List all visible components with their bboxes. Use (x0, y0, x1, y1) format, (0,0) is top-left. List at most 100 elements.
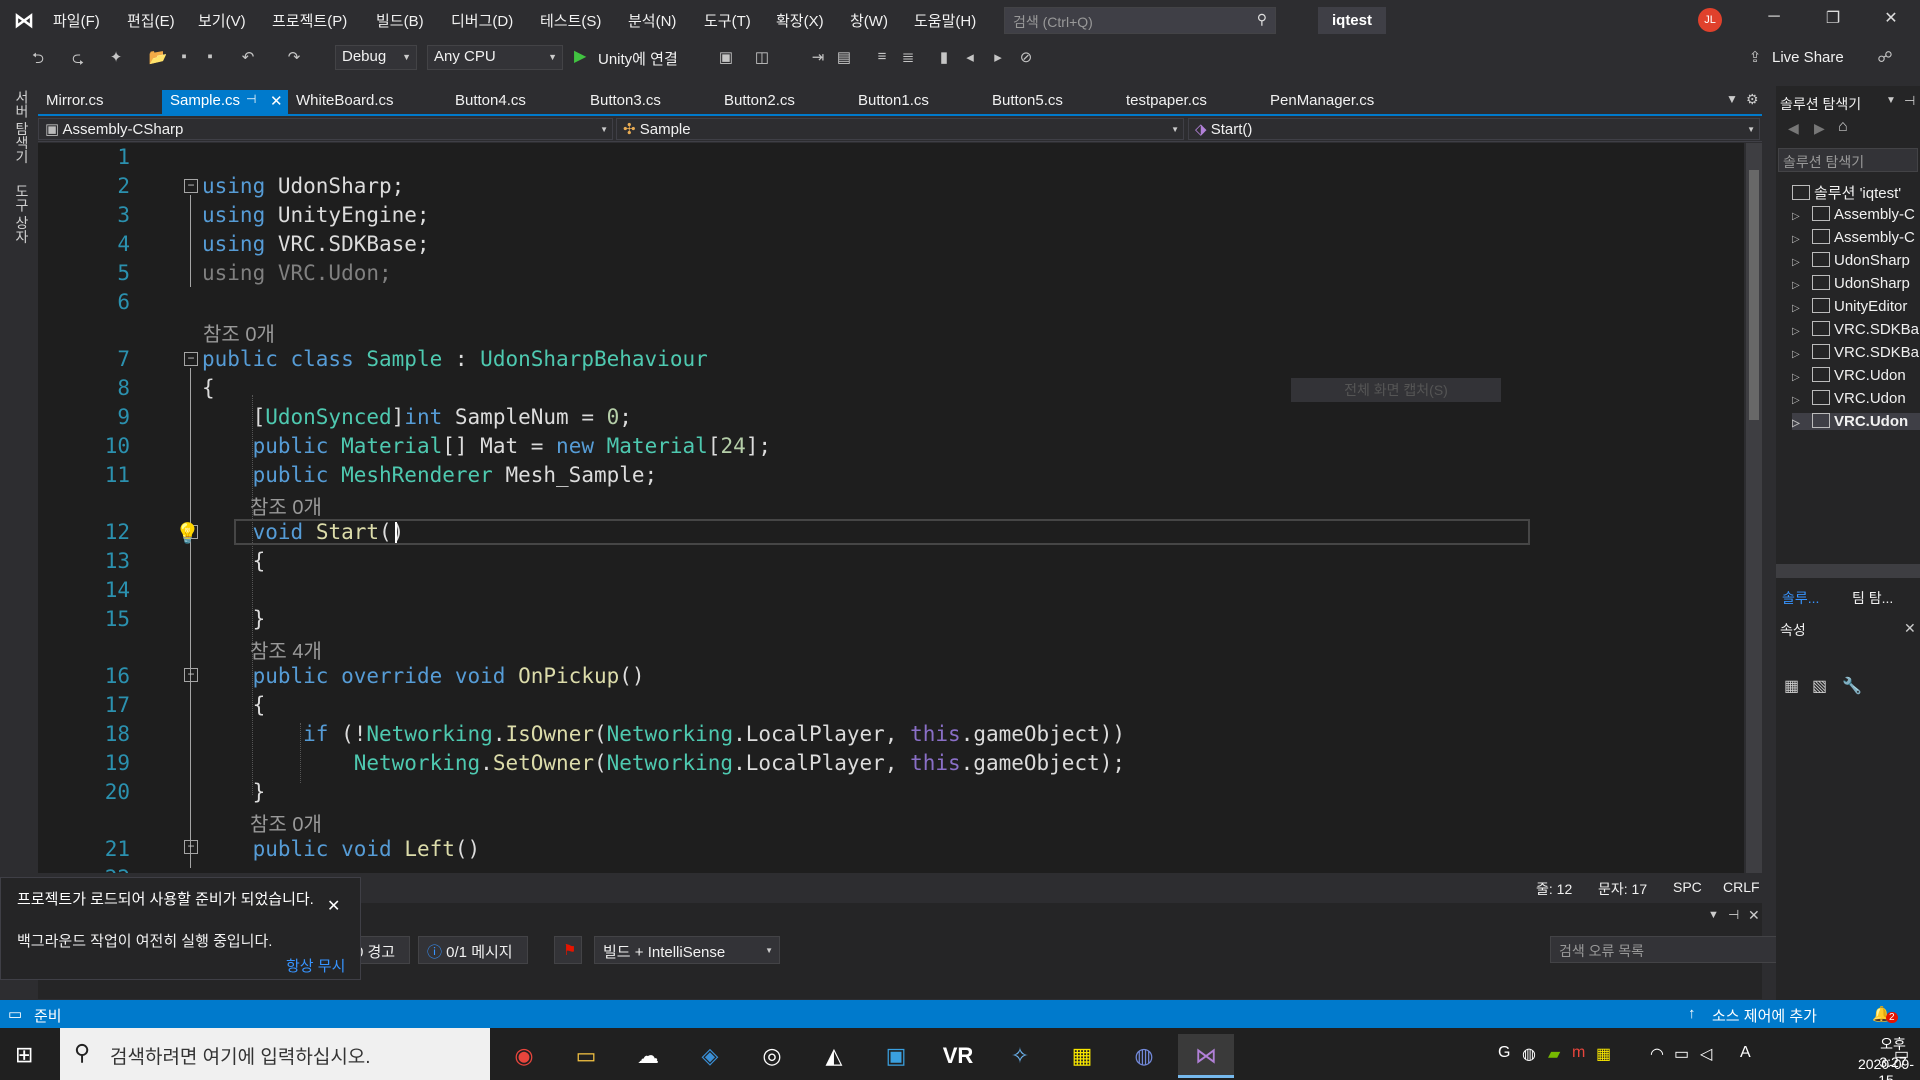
tree-hscrollbar[interactable] (1776, 564, 1920, 578)
save-icon[interactable]: ▪ (174, 48, 194, 68)
browser-icon[interactable]: ▣ (716, 48, 736, 68)
launcher-icon[interactable]: ◈ (682, 1034, 738, 1078)
member-dropdown[interactable]: ⬗ Start() ▼ (1188, 118, 1760, 140)
tab-testpaper[interactable]: testpaper.cs (1118, 90, 1215, 114)
forward-icon[interactable]: ⮎ (68, 48, 88, 68)
app-icon[interactable]: ✧ (992, 1034, 1048, 1078)
error-search-input[interactable]: 검색 오류 목록 ⚲ (1550, 936, 1796, 963)
code-editor[interactable]: 12345678910111213141516171819202122 − − … (38, 143, 1744, 873)
quick-launch-search[interactable]: 검색 (Ctrl+Q) ⚲ (1004, 7, 1276, 34)
add-source-control-button[interactable]: 소스 제어에 추가 (1712, 1005, 1817, 1026)
menu-window[interactable]: 창(W) (850, 10, 888, 31)
tray-discord-icon[interactable]: ◍ (1522, 1044, 1536, 1064)
close-icon[interactable]: ✕ (270, 92, 283, 110)
close-icon[interactable]: ✕ (1748, 907, 1760, 924)
tree-item-project[interactable]: ▷ Assembly-C (1792, 229, 1920, 246)
tab-button2[interactable]: Button2.cs (716, 90, 803, 114)
tab-button5[interactable]: Button5.cs (984, 90, 1071, 114)
alphabetical-icon[interactable]: ▧ (1812, 676, 1827, 696)
server-explorer-tab[interactable]: 서버 탐색기 (12, 90, 32, 164)
gear-icon[interactable]: ⚙ (1746, 91, 1759, 108)
wrench-icon[interactable]: 🔧 (1842, 676, 1862, 696)
tree-item-project[interactable]: ▷ UnityEditor (1792, 298, 1920, 315)
tree-item-project[interactable]: ▷ UdonSharp (1792, 252, 1920, 269)
codelens-ref[interactable]: 참조 4개 (250, 635, 322, 664)
toolbox-tab[interactable]: 도구 상자 (12, 184, 32, 244)
ime-indicator[interactable]: A (1740, 1044, 1751, 1062)
undo-icon[interactable]: ↶ (238, 48, 258, 68)
expand-icon[interactable]: ▷ (1792, 326, 1812, 337)
codelens-ref[interactable]: 참조 0개 (250, 808, 322, 837)
tree-item-project[interactable]: ▷ VRC.Udon (1792, 367, 1920, 384)
indent-icon[interactable]: ≡ (872, 48, 892, 68)
menu-extensions[interactable]: 확장(X) (776, 10, 824, 31)
tab-button1[interactable]: Button1.cs (850, 90, 937, 114)
expand-icon[interactable]: ▷ (1792, 303, 1812, 314)
tree-item-project[interactable]: ▷ Assembly-C (1792, 206, 1920, 223)
close-icon[interactable]: ✕ (327, 896, 340, 916)
project-dropdown[interactable]: ▣ Assembly-CSharp ▼ (38, 118, 613, 140)
menu-tools[interactable]: 도구(T) (704, 10, 751, 31)
tab-team-explorer[interactable]: 팀 탐... (1852, 588, 1893, 608)
back-icon[interactable]: ⮌ (28, 48, 48, 68)
menu-test[interactable]: 테스트(S) (540, 10, 601, 31)
discord-icon[interactable]: ◍ (1116, 1034, 1172, 1078)
wifi-icon[interactable]: ◠ (1650, 1044, 1664, 1064)
categorized-icon[interactable]: ▦ (1784, 676, 1799, 696)
tray-app-icon[interactable]: G (1498, 1044, 1510, 1062)
unity-icon[interactable]: ◭ (806, 1034, 862, 1078)
pin-icon[interactable]: ⊣ (246, 92, 256, 106)
visual-studio-icon[interactable]: ⋈ (1178, 1034, 1234, 1078)
always-ignore-link[interactable]: 항상 무시 (286, 955, 345, 976)
filter-icon[interactable]: ⚑ (554, 936, 582, 964)
expand-icon[interactable]: ▷ (1792, 257, 1812, 268)
tab-penmanager[interactable]: PenManager.cs (1262, 90, 1382, 114)
expand-icon[interactable]: ▷ (1792, 349, 1812, 360)
config-select[interactable]: Debug ▼ (335, 45, 417, 70)
build-scope-select[interactable]: 빌드 + IntelliSense ▼ (594, 936, 780, 964)
screenshot-icon[interactable]: ◫ (752, 48, 772, 68)
tree-item-project[interactable]: ▷ VRC.SDKBa (1792, 321, 1920, 338)
tree-item-project[interactable]: ▷ VRC.Udon (1792, 390, 1920, 407)
lightbulb-icon[interactable]: 💡 (175, 521, 200, 546)
taskbar-search-input[interactable]: ⚲ 검색하려면 여기에 입력하십시오. (60, 1028, 490, 1080)
bookmark-next-icon[interactable]: ▸ (988, 48, 1008, 68)
file-explorer-icon[interactable]: ▭ (558, 1034, 614, 1078)
feedback-icon[interactable]: ☍ (1875, 48, 1895, 68)
menu-view[interactable]: 보기(V) (198, 10, 246, 31)
pin-icon[interactable]: ⊣ (1728, 907, 1739, 923)
tab-button3[interactable]: Button3.cs (582, 90, 669, 114)
steam-icon[interactable]: ◎ (744, 1034, 800, 1078)
kakaotalk-icon[interactable]: ▦ (1054, 1034, 1110, 1078)
step-icon[interactable]: ⇥ (808, 48, 828, 68)
notification-center-icon[interactable]: ▭ (1894, 1044, 1909, 1064)
menu-edit[interactable]: 편집(E) (127, 10, 175, 31)
menu-build[interactable]: 빌드(B) (376, 10, 424, 31)
menu-help[interactable]: 도움말(H) (914, 10, 976, 31)
home-icon[interactable]: ⌂ (1838, 118, 1848, 136)
tray-app-icon[interactable]: m (1572, 1044, 1585, 1062)
expand-icon[interactable]: ▷ (1792, 418, 1812, 429)
codelens-ref[interactable]: 참조 0개 (250, 491, 322, 520)
redo-icon[interactable]: ↷ (284, 48, 304, 68)
chrome-icon[interactable]: ◉ (496, 1034, 552, 1078)
tree-solution-root[interactable]: 솔루션 'iqtest' (1792, 182, 1920, 203)
clock-date[interactable]: 2020-09-15 (1852, 1056, 1920, 1080)
menu-debug[interactable]: 디버그(D) (451, 10, 513, 31)
maximize-icon[interactable]: ❐ (1818, 8, 1848, 34)
save-all-icon[interactable]: ▪ (200, 48, 220, 68)
expand-icon[interactable]: ▷ (1792, 280, 1812, 291)
line-ending-indicator[interactable]: CRLF (1723, 879, 1760, 895)
bookmark-prev-icon[interactable]: ◂ (960, 48, 980, 68)
tab-button4[interactable]: Button4.cs (447, 90, 534, 114)
solution-search-input[interactable]: 솔루션 탐색기 (1778, 148, 1918, 172)
scrollbar-thumb[interactable] (1749, 170, 1759, 420)
open-folder-icon[interactable]: 📂 (148, 48, 168, 68)
expand-icon[interactable]: ▷ (1792, 211, 1812, 222)
codelens-ref[interactable]: 참조 0개 (203, 318, 275, 347)
platform-select[interactable]: Any CPU ▼ (427, 45, 563, 70)
windows-start-icon[interactable]: ⊞ (15, 1042, 39, 1067)
expand-icon[interactable]: ▷ (1792, 234, 1812, 245)
tab-solution-explorer[interactable]: 솔루... (1782, 588, 1819, 608)
fold-toggle[interactable]: − (184, 840, 198, 854)
